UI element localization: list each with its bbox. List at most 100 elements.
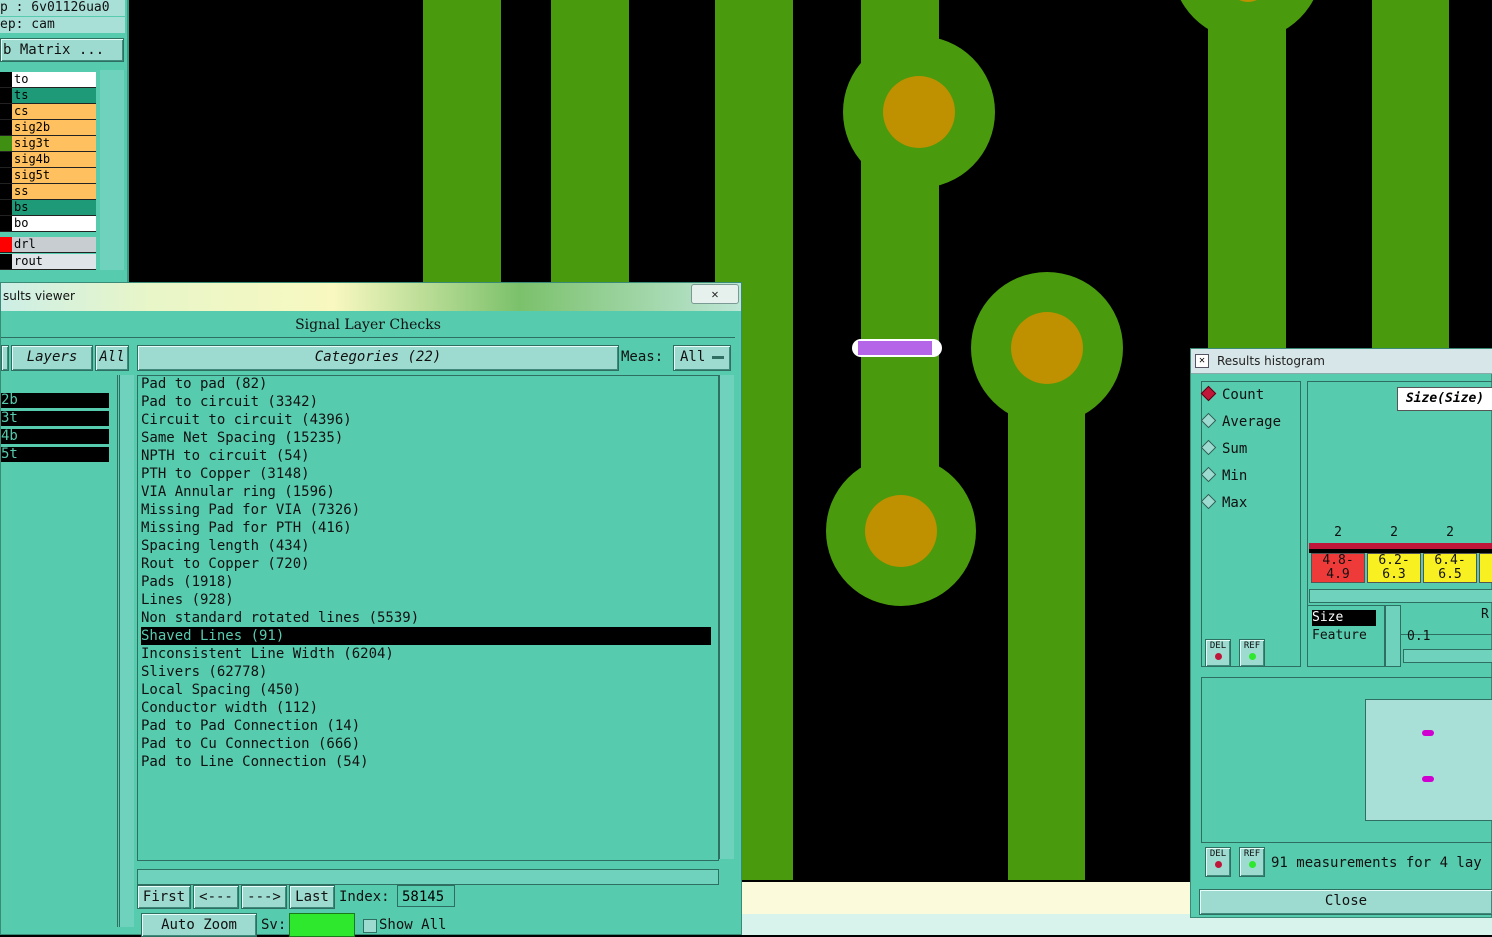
mode-radio-min[interactable]: Min bbox=[1200, 466, 1247, 484]
layers-all-tab[interactable]: All bbox=[95, 345, 129, 371]
layer-swatch bbox=[0, 216, 12, 231]
layer-row[interactable]: sig5t bbox=[0, 168, 96, 184]
next-button[interactable]: ---> bbox=[241, 885, 287, 909]
category-item[interactable]: Pad to circuit (3342) bbox=[141, 393, 318, 411]
category-item[interactable]: Pad to Line Connection (54) bbox=[141, 753, 369, 771]
close-icon[interactable]: ✕ bbox=[691, 284, 739, 304]
mode-radio-max[interactable]: Max bbox=[1200, 493, 1247, 511]
index-input[interactable]: 58145 bbox=[397, 885, 455, 907]
stat-item-feature[interactable]: Feature bbox=[1312, 628, 1367, 644]
show-all-checkbox[interactable] bbox=[363, 919, 377, 933]
close-button[interactable]: Close bbox=[1199, 889, 1492, 915]
del-button[interactable]: DEL bbox=[1205, 847, 1231, 877]
prev-button[interactable]: <--- bbox=[193, 885, 239, 909]
ref-button-top[interactable]: REF bbox=[1239, 639, 1265, 667]
layer-row[interactable]: rout bbox=[0, 254, 96, 270]
last-button[interactable]: Last bbox=[289, 885, 335, 909]
layer-swatch bbox=[0, 152, 12, 167]
category-item[interactable]: PTH to Copper (3148) bbox=[141, 465, 310, 483]
first-button[interactable]: First bbox=[137, 885, 191, 909]
layer-row[interactable]: bs bbox=[0, 200, 96, 216]
category-item[interactable]: VIA Annular ring (1596) bbox=[141, 483, 335, 501]
category-item[interactable]: Shaved Lines (91) bbox=[141, 627, 711, 645]
category-item[interactable]: Slivers (62778) bbox=[141, 663, 267, 681]
layer-row[interactable]: sig4b bbox=[0, 152, 96, 168]
left-panel: p : 6v01126ua0 ep: cam b Matrix ... to ts… bbox=[0, 0, 129, 282]
layer-list-scrollbar[interactable] bbox=[100, 70, 124, 270]
layers-scrollbar[interactable] bbox=[119, 375, 134, 927]
threshold-slider[interactable] bbox=[1403, 649, 1492, 663]
del-label: DEL bbox=[1209, 849, 1227, 859]
histogram-hscrollbar[interactable] bbox=[1309, 589, 1492, 603]
layer-name: sig4b bbox=[14, 152, 51, 166]
layer-row[interactable]: sig2b bbox=[0, 120, 96, 136]
category-item[interactable]: Pad to Pad Connection (14) bbox=[141, 717, 360, 735]
bin-count: 2 bbox=[1390, 525, 1398, 540]
categories-hscrollbar[interactable] bbox=[137, 869, 719, 885]
category-item[interactable]: Same Net Spacing (15235) bbox=[141, 429, 343, 447]
result-layer-item[interactable]: 5t bbox=[1, 447, 109, 462]
layer-row[interactable]: bo bbox=[0, 216, 96, 232]
del-button-top[interactable]: DEL bbox=[1205, 639, 1231, 667]
category-item[interactable]: Conductor width (112) bbox=[141, 699, 318, 717]
results-histogram-window: ✕ Results histogram DEL REF Size(Size) S… bbox=[1190, 348, 1492, 918]
layer-row[interactable]: sig3t bbox=[0, 136, 96, 152]
preview-thumbnail[interactable] bbox=[1365, 699, 1492, 821]
canvas-bottom-strip bbox=[742, 882, 1190, 914]
mode-label: Sum bbox=[1222, 441, 1248, 457]
layer-row[interactable]: ss bbox=[0, 184, 96, 200]
category-item[interactable]: Lines (928) bbox=[141, 591, 234, 609]
dropdown-icon bbox=[712, 356, 724, 359]
layer-name: bs bbox=[14, 200, 29, 214]
result-layer-item[interactable]: 2b bbox=[1, 393, 109, 408]
layer-row[interactable]: cs bbox=[0, 104, 96, 120]
histogram-bin[interactable]: 6.4- 6.5 bbox=[1423, 553, 1477, 583]
pcb-trace bbox=[1208, 0, 1286, 350]
stat-item-size[interactable]: Size bbox=[1312, 610, 1376, 626]
category-item[interactable]: Pad to pad (82) bbox=[141, 375, 267, 393]
category-item[interactable]: Pad to Cu Connection (666) bbox=[141, 735, 360, 753]
meas-dropdown[interactable]: All bbox=[673, 345, 731, 371]
result-layer-item[interactable]: 4b bbox=[1, 429, 109, 444]
category-item[interactable]: Rout to Copper (720) bbox=[141, 555, 310, 573]
results-viewer-titlebar[interactable]: sults viewer ✕ bbox=[1, 283, 741, 311]
ref-dot-icon bbox=[1248, 653, 1256, 660]
histogram-titlebar[interactable]: ✕ Results histogram bbox=[1191, 349, 1492, 374]
layer-row[interactable]: to bbox=[0, 72, 96, 88]
stat-scrollbar[interactable] bbox=[1385, 605, 1401, 667]
category-item[interactable]: Local Spacing (450) bbox=[141, 681, 301, 699]
layers-tab[interactable]: Layers bbox=[11, 345, 93, 371]
histogram-bin[interactable]: 7 bbox=[1479, 553, 1492, 583]
categories-scrollbar[interactable] bbox=[719, 375, 734, 859]
layer-swatch bbox=[0, 136, 12, 151]
category-item[interactable]: Spacing length (434) bbox=[141, 537, 310, 555]
layer-name: to bbox=[14, 72, 29, 86]
layer-row[interactable]: drl bbox=[0, 237, 96, 253]
layer-name: sig5t bbox=[14, 168, 51, 182]
category-item[interactable]: Non standard rotated lines (5539) bbox=[141, 609, 419, 627]
index-label: Index: bbox=[339, 889, 390, 905]
layer-row[interactable]: ts bbox=[0, 88, 96, 104]
auto-zoom-dropdown[interactable]: Auto Zoom bbox=[141, 913, 257, 937]
category-item[interactable]: Circuit to circuit (4396) bbox=[141, 411, 352, 429]
sv-color-dropdown[interactable] bbox=[289, 913, 355, 937]
category-item[interactable]: Missing Pad for VIA (7326) bbox=[141, 501, 360, 519]
ref-button[interactable]: REF bbox=[1239, 847, 1265, 877]
matrix-button[interactable]: b Matrix ... bbox=[0, 38, 124, 62]
histogram-bin[interactable]: 4.8- 4.9 bbox=[1311, 553, 1365, 583]
mode-radio-count[interactable]: Count bbox=[1200, 385, 1264, 403]
layer-name: cs bbox=[14, 104, 29, 118]
layer-name: ts bbox=[14, 88, 29, 102]
pcb-trace bbox=[1008, 350, 1085, 880]
mode-radio-average[interactable]: Average bbox=[1200, 412, 1281, 430]
mode-radio-sum[interactable]: Sum bbox=[1200, 439, 1248, 457]
layers-prev-tab[interactable] bbox=[1, 345, 9, 371]
category-item[interactable]: Inconsistent Line Width (6204) bbox=[141, 645, 394, 663]
category-item[interactable]: NPTH to circuit (54) bbox=[141, 447, 310, 465]
histogram-bin[interactable]: 6.2- 6.3 bbox=[1367, 553, 1421, 583]
category-item[interactable]: Missing Pad for PTH (416) bbox=[141, 519, 352, 537]
stat-list[interactable]: Size Feature bbox=[1307, 605, 1385, 667]
result-layer-item[interactable]: 3t bbox=[1, 411, 109, 426]
category-item[interactable]: Pads (1918) bbox=[141, 573, 234, 591]
meas-value: All bbox=[680, 349, 706, 365]
